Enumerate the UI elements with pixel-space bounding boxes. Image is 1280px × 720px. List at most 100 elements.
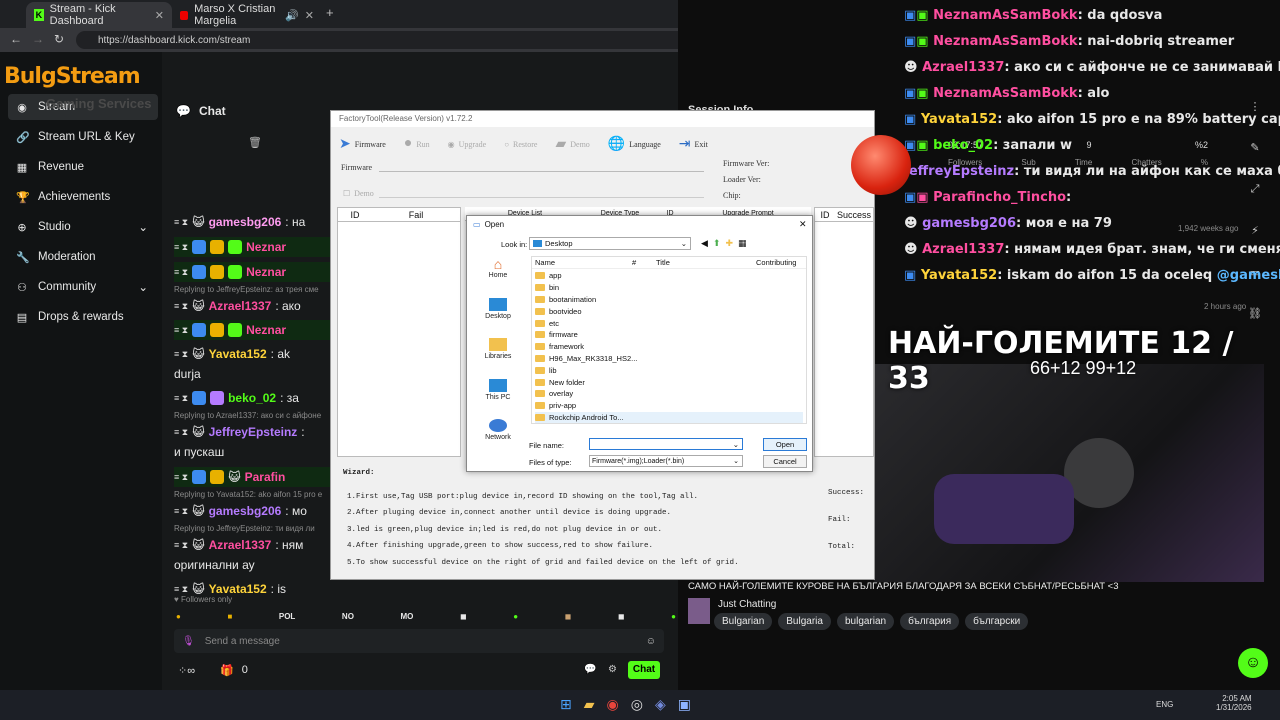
chat-bubble-icon[interactable]: 💬	[584, 664, 596, 675]
sidebar-item-community[interactable]: ⚇ Community ⌄	[8, 274, 158, 300]
demo-checkbox[interactable]: ☐ Demo	[343, 189, 374, 198]
files-of-type-select[interactable]: Firmware(*.img);Loader(*.bin) ⌄	[589, 455, 743, 467]
folder-item[interactable]: overlay	[535, 388, 803, 400]
folder-item[interactable]: lib	[535, 364, 803, 376]
sidebar-item-achievements[interactable]: 🏆 Achievements	[8, 184, 158, 210]
sidebar-item-drops[interactable]: ▤ Drops & rewards	[8, 304, 158, 330]
sidebar-item-moderation[interactable]: 🔧 Moderation	[8, 244, 158, 270]
folder-item[interactable]: Rockchip Android To...	[535, 411, 803, 424]
category-name[interactable]: Just Chatting	[718, 599, 776, 610]
mod-tools-icon[interactable]: ≡ ⧗	[174, 584, 188, 595]
folder-item[interactable]: New folder	[535, 376, 803, 388]
emote-icon[interactable]: ◼	[618, 612, 625, 621]
chat-username[interactable]: Parafin	[245, 470, 286, 484]
chat-username[interactable]: Yavata152	[209, 347, 267, 361]
mod-tools-icon[interactable]: ≡ ⧗	[174, 472, 188, 483]
cancel-button[interactable]: Cancel	[763, 455, 807, 468]
close-icon[interactable]: ✕	[305, 9, 314, 22]
chat-username[interactable]: Yavata152	[209, 582, 267, 596]
sidebar-item-revenue[interactable]: ▦ Revenue	[8, 154, 158, 180]
chat-username[interactable]: beko_02	[228, 391, 276, 405]
settings-icon[interactable]: ⚙	[608, 664, 617, 675]
emote-icon[interactable]: ●	[176, 612, 181, 621]
folder-item[interactable]: bin	[535, 282, 803, 294]
mod-tools-icon[interactable]: ≡ ⧗	[174, 325, 188, 336]
link-icon[interactable]: ⛓	[1248, 307, 1262, 320]
firmware-path-field[interactable]	[379, 171, 704, 172]
mod-tools-icon[interactable]: ≡ ⧗	[174, 301, 188, 312]
discord-icon[interactable]: ◈	[655, 696, 666, 713]
close-icon[interactable]: ✕	[155, 9, 164, 22]
message-input[interactable]: 🎙 Send a message ☺	[174, 629, 664, 653]
place-network[interactable]: Network	[472, 419, 524, 441]
sidebar-item-stream-url[interactable]: 🔗 Stream URL & Key	[8, 124, 158, 150]
chat-send-button[interactable]: Chat	[628, 661, 660, 679]
back-icon[interactable]: ◀	[701, 238, 708, 249]
tag-pill[interactable]: българия	[900, 613, 960, 630]
tab-youtube[interactable]: Marso X Cristian Margelia 🔊 ✕	[172, 2, 322, 28]
mod-tools-icon[interactable]: ≡ ⧗	[174, 349, 188, 360]
place-home[interactable]: ⌂ Home	[472, 256, 524, 279]
folder-item[interactable]: framework	[535, 341, 803, 353]
place-libraries[interactable]: Libraries	[472, 338, 524, 360]
run-button[interactable]: ● Run	[404, 131, 430, 157]
mod-tools-icon[interactable]: ≡ ⧗	[174, 217, 188, 228]
upgrade-radio[interactable]: ◉ Upgrade	[448, 131, 487, 157]
factorytool-icon[interactable]: ▣	[678, 696, 691, 713]
emote-icon[interactable]: ●	[671, 612, 676, 621]
mod-tools-icon[interactable]: ≡ ⧗	[174, 540, 188, 551]
emote-pol[interactable]: POL	[279, 612, 295, 621]
restore-radio[interactable]: ○ Restore	[504, 131, 537, 157]
exit-button[interactable]: ⇥ Exit	[679, 131, 708, 157]
file-name-input[interactable]: ⌄	[589, 438, 743, 450]
reload-icon[interactable]: ↻	[54, 32, 64, 46]
tag-pill[interactable]: Bulgarian	[714, 613, 773, 630]
chat-username[interactable]: Azrael1337	[209, 538, 272, 552]
mod-tools-icon[interactable]: ≡ ⧗	[174, 427, 188, 438]
tag-pill[interactable]: български	[965, 613, 1029, 630]
back-icon[interactable]: ←	[10, 32, 22, 46]
tab-kick-dashboard[interactable]: K Stream - Kick Dashboard ✕	[26, 2, 172, 28]
emote-mo[interactable]: MO	[401, 612, 414, 621]
tag-pill[interactable]: bulgarian	[836, 613, 895, 630]
open-button[interactable]: Open	[763, 438, 807, 451]
chat-username[interactable]: Azrael1337	[209, 299, 272, 313]
chat-username[interactable]: JeffreyEpsteinz	[209, 425, 298, 439]
tag-pill[interactable]: Bulgaria	[778, 613, 831, 630]
new-tab-button[interactable]: +	[326, 5, 334, 20]
place-desktop[interactable]: Desktop	[472, 297, 524, 320]
mod-tools-icon[interactable]: ≡ ⧗	[174, 506, 188, 517]
folder-item[interactable]: etc	[535, 317, 803, 329]
folder-item[interactable]: app	[535, 270, 803, 282]
chat-username[interactable]: Neznar	[246, 240, 286, 254]
place-this-pc[interactable]: This PC	[472, 378, 524, 401]
folder-item[interactable]: bootanimation	[535, 294, 803, 306]
mod-tools-icon[interactable]: ≡ ⧗	[174, 242, 188, 253]
sidebar-item-studio[interactable]: ⊕ Studio ⌄	[8, 214, 158, 240]
new-folder-icon[interactable]: ✚	[725, 238, 733, 249]
chat-username[interactable]: gamesbg206	[209, 215, 282, 229]
look-in-select[interactable]: Desktop ⌄	[529, 237, 691, 250]
chrome-icon[interactable]: ◉	[607, 696, 619, 713]
firmware-button[interactable]: ➤ Firmware	[339, 131, 386, 157]
emote-no[interactable]: NO	[342, 612, 354, 621]
view-menu-icon[interactable]: ▦	[738, 238, 747, 249]
up-folder-icon[interactable]: ⬆	[713, 238, 721, 249]
language-button[interactable]: 🌐 Language	[608, 131, 661, 157]
mod-tools-icon[interactable]: ≡ ⧗	[174, 267, 188, 278]
emote-icon[interactable]: ◼	[460, 612, 467, 621]
chat-username[interactable]: gamesbg206	[209, 504, 282, 518]
folder-item[interactable]: firmware	[535, 329, 803, 341]
mod-tools-icon[interactable]: ≡ ⧗	[174, 393, 188, 404]
emote-icon[interactable]: ■	[227, 612, 232, 621]
emoji-icon[interactable]: ☺	[646, 636, 656, 647]
emote-icon[interactable]: ◼	[565, 612, 572, 621]
folder-item[interactable]: bootvideo	[535, 305, 803, 317]
microphone-icon[interactable]: 🎙	[182, 636, 195, 647]
close-icon[interactable]: ✕	[799, 219, 807, 230]
clock[interactable]: 2:05 AM 1/31/2026	[1216, 694, 1252, 712]
folder-item[interactable]: priv-app	[535, 400, 803, 412]
chat-username[interactable]: Neznar	[246, 265, 286, 279]
file-explorer-icon[interactable]: ▰	[584, 696, 595, 713]
emote-icon[interactable]: ●	[513, 612, 518, 621]
